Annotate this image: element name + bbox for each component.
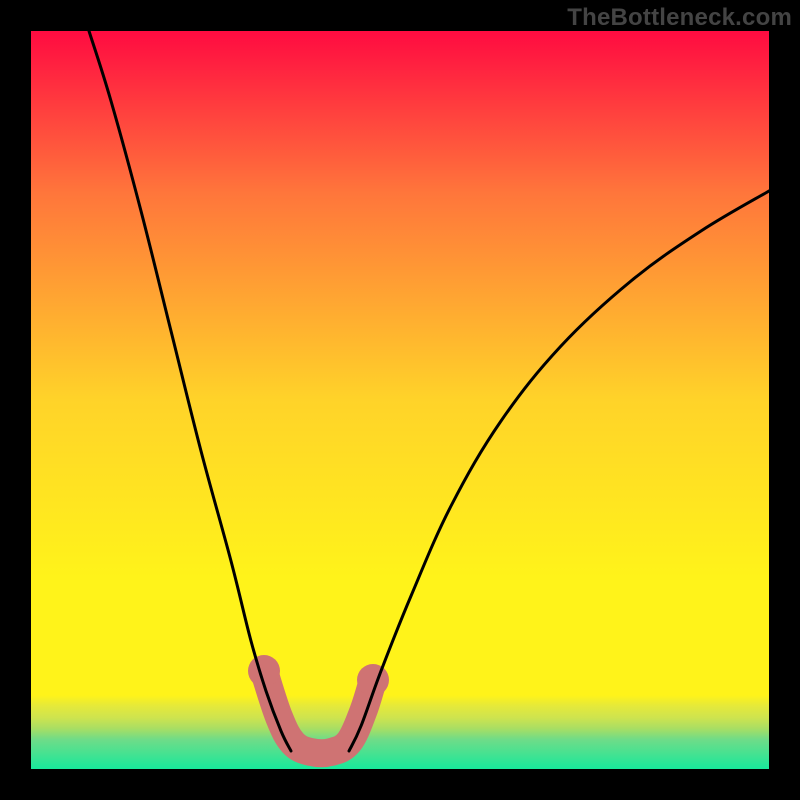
curve-layer — [31, 31, 769, 769]
right-branch-curve — [349, 191, 769, 751]
watermark-text: TheBottleneck.com — [567, 4, 792, 32]
left-branch-curve — [89, 31, 291, 751]
plot-area — [31, 31, 769, 769]
outer-frame: TheBottleneck.com — [0, 0, 800, 800]
